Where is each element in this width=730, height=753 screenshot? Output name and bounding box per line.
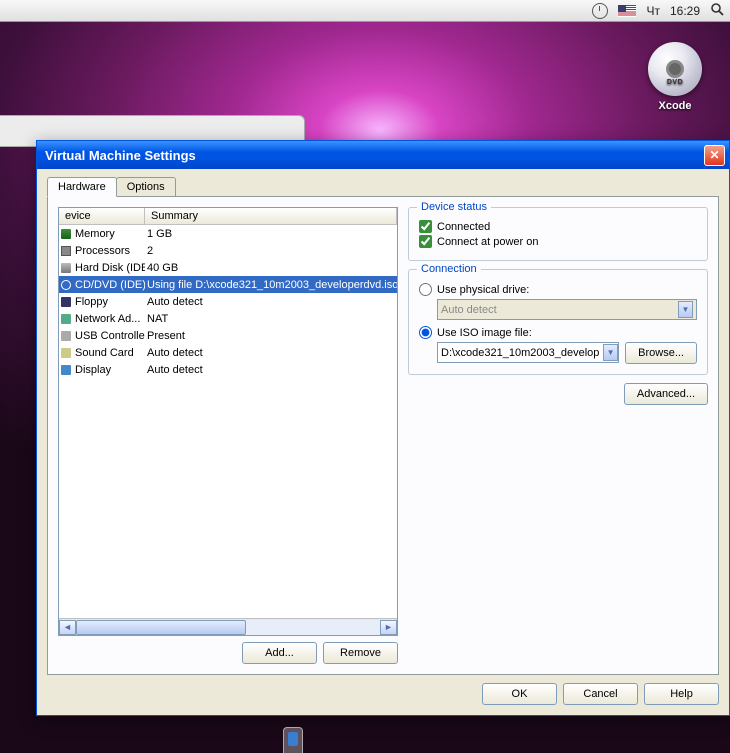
vm-settings-dialog: Virtual Machine Settings ✕ Hardware Opti… — [36, 140, 730, 716]
connect-poweron-checkbox[interactable] — [419, 235, 432, 248]
dock-fragment[interactable] — [283, 727, 303, 753]
device-icon — [61, 297, 71, 307]
device-icon — [61, 348, 71, 358]
close-button[interactable]: ✕ — [704, 145, 725, 166]
use-physical-radio[interactable] — [419, 283, 432, 296]
table-row[interactable]: Network Ad...NAT — [59, 310, 397, 327]
device-icon — [61, 263, 71, 273]
col-summary[interactable]: Summary — [145, 208, 397, 224]
device-icon — [61, 280, 71, 290]
device-name: Floppy — [73, 296, 145, 308]
remove-button[interactable]: Remove — [323, 642, 398, 664]
help-button[interactable]: Help — [644, 683, 719, 705]
device-summary: 1 GB — [145, 228, 397, 240]
scroll-right-button[interactable]: ► — [380, 620, 397, 635]
table-row[interactable]: Hard Disk (IDE)40 GB — [59, 259, 397, 276]
iso-path-combo[interactable]: D:\xcode321_10m2003_develop ▼ — [437, 342, 619, 363]
connected-checkbox[interactable] — [419, 220, 432, 233]
iso-path-value: D:\xcode321_10m2003_develop — [438, 347, 599, 359]
device-summary: Auto detect — [145, 296, 397, 308]
physical-drive-combo: Auto detect ▼ — [437, 299, 697, 320]
spotlight-icon[interactable] — [710, 2, 724, 19]
chevron-down-icon[interactable]: ▼ — [603, 344, 618, 361]
use-physical-radio-row[interactable]: Use physical drive: — [419, 283, 697, 296]
device-name: Sound Card — [73, 347, 145, 359]
physical-drive-value: Auto detect — [441, 304, 497, 316]
device-icon — [61, 246, 71, 256]
connected-label: Connected — [437, 221, 490, 233]
time-machine-icon[interactable] — [592, 3, 608, 19]
device-icon — [61, 314, 71, 324]
table-row[interactable]: USB ControllerPresent — [59, 327, 397, 344]
use-iso-radio-row[interactable]: Use ISO image file: — [419, 326, 697, 339]
connect-poweron-checkbox-row[interactable]: Connect at power on — [419, 235, 697, 248]
device-summary: 40 GB — [145, 262, 397, 274]
table-row[interactable]: Memory1 GB — [59, 225, 397, 242]
dialog-title: Virtual Machine Settings — [45, 148, 704, 163]
cancel-button[interactable]: Cancel — [563, 683, 638, 705]
table-row[interactable]: Processors2 — [59, 242, 397, 259]
device-icon — [61, 229, 71, 239]
table-row[interactable]: CD/DVD (IDE)Using file D:\xcode321_10m20… — [59, 276, 397, 293]
device-summary: Auto detect — [145, 347, 397, 359]
device-table: evice Summary Memory1 GBProcessors2Hard … — [58, 207, 398, 636]
table-header: evice Summary — [59, 208, 397, 225]
col-device[interactable]: evice — [59, 208, 145, 224]
use-iso-radio[interactable] — [419, 326, 432, 339]
device-icon — [61, 365, 71, 375]
chevron-down-icon: ▼ — [678, 301, 693, 318]
device-summary: 2 — [145, 245, 397, 257]
connection-group: Connection Use physical drive: Auto dete… — [408, 269, 708, 375]
desktop-icon-xcode[interactable]: DVD Xcode — [640, 42, 710, 112]
device-status-group: Device status Connected Connect at power… — [408, 207, 708, 261]
input-flag-us-icon[interactable] — [618, 5, 636, 17]
use-physical-label: Use physical drive: — [437, 284, 529, 296]
add-button[interactable]: Add... — [242, 642, 317, 664]
advanced-button[interactable]: Advanced... — [624, 383, 708, 405]
menubar-day: Чт — [646, 4, 660, 18]
device-name: Memory — [73, 228, 145, 240]
device-name: Hard Disk (IDE) — [73, 262, 145, 274]
device-status-legend: Device status — [417, 201, 491, 213]
tab-options[interactable]: Options — [116, 177, 176, 196]
device-name: USB Controller — [73, 330, 145, 342]
ok-button[interactable]: OK — [482, 683, 557, 705]
menubar: Чт 16:29 — [0, 0, 730, 22]
scroll-thumb[interactable] — [76, 620, 246, 635]
tabs: Hardware Options — [47, 177, 719, 196]
dvd-icon: DVD — [648, 42, 702, 96]
device-name: Processors — [73, 245, 145, 257]
device-summary: Using file D:\xcode321_10m2003_developer… — [145, 279, 397, 291]
desktop-icon-label: Xcode — [640, 100, 710, 112]
device-name: Network Ad... — [73, 313, 145, 325]
browse-button[interactable]: Browse... — [625, 342, 697, 364]
scroll-left-button[interactable]: ◄ — [59, 620, 76, 635]
device-icon — [61, 331, 71, 341]
tab-hardware[interactable]: Hardware — [47, 177, 117, 197]
horizontal-scrollbar[interactable]: ◄ ► — [59, 618, 397, 635]
dvd-disc-text: DVD — [648, 79, 702, 86]
device-name: CD/DVD (IDE) — [73, 279, 145, 291]
table-row[interactable]: Sound CardAuto detect — [59, 344, 397, 361]
connected-checkbox-row[interactable]: Connected — [419, 220, 697, 233]
menubar-time: 16:29 — [670, 4, 700, 18]
use-iso-label: Use ISO image file: — [437, 327, 532, 339]
device-summary: Present — [145, 330, 397, 342]
device-summary: Auto detect — [145, 364, 397, 376]
device-name: Display — [73, 364, 145, 376]
table-row[interactable]: FloppyAuto detect — [59, 293, 397, 310]
device-summary: NAT — [145, 313, 397, 325]
connect-poweron-label: Connect at power on — [437, 236, 539, 248]
titlebar[interactable]: Virtual Machine Settings ✕ — [37, 141, 729, 169]
table-row[interactable]: DisplayAuto detect — [59, 361, 397, 378]
connection-legend: Connection — [417, 263, 481, 275]
